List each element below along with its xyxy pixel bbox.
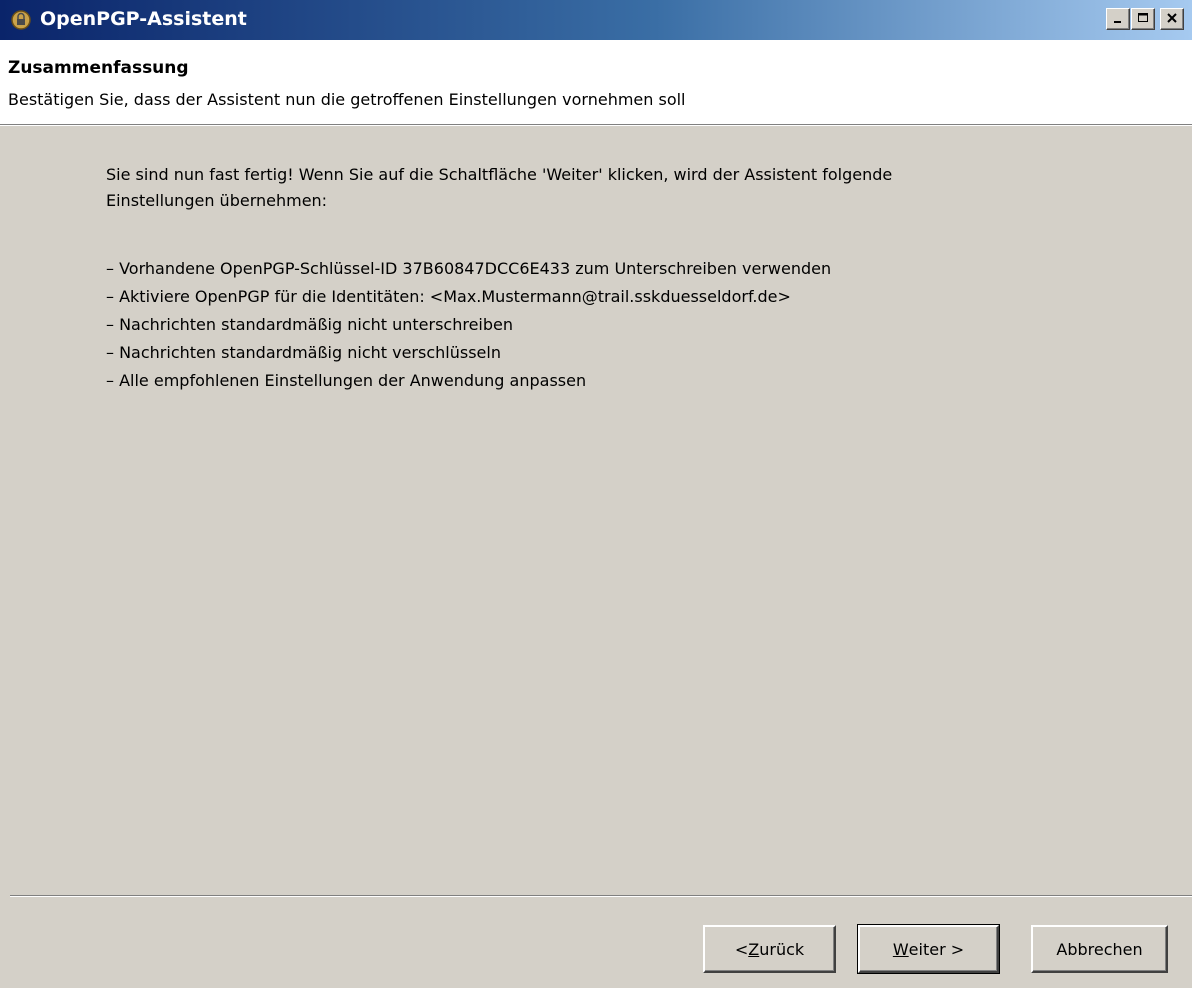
next-label-mnemonic: W: [892, 939, 909, 959]
cancel-button[interactable]: Abbrechen: [1031, 925, 1168, 973]
close-button[interactable]: [1160, 8, 1184, 30]
minimize-button[interactable]: [1106, 8, 1130, 30]
minimize-icon: [1112, 9, 1124, 29]
window-title: OpenPGP-Assistent: [40, 8, 247, 30]
list-item: – Vorhandene OpenPGP-Schlüssel-ID 37B608…: [106, 259, 832, 278]
back-button[interactable]: < Zurück: [703, 925, 836, 973]
maximize-icon: [1137, 9, 1149, 29]
pgp-assistant-icon: [10, 9, 32, 31]
back-label-mnemonic: Z: [748, 939, 760, 959]
list-item: – Aktiviere OpenPGP für die Identitäten:…: [106, 287, 791, 306]
wizard-header: Zusammenfassung Bestätigen Sie, dass der…: [0, 40, 1192, 124]
list-item: – Alle empfohlenen Einstellungen der Anw…: [106, 371, 587, 390]
next-label-rest: eiter >: [908, 939, 965, 959]
settings-list: – Vorhandene OpenPGP-Schlüssel-ID 37B608…: [106, 256, 1166, 394]
next-button[interactable]: Weiter >: [857, 924, 1000, 974]
list-item: – Nachrichten standardmäßig nicht versch…: [106, 343, 501, 362]
page-subtitle: Bestätigen Sie, dass der Assistent nun d…: [8, 90, 686, 109]
close-icon: [1166, 9, 1178, 29]
summary-content: Sie sind nun fast fertig! Wenn Sie auf d…: [106, 162, 1166, 396]
back-label-prefix: <: [734, 939, 749, 959]
back-label-rest: urück: [759, 939, 805, 959]
footer-divider: [10, 895, 1192, 897]
summary-intro: Sie sind nun fast fertig! Wenn Sie auf d…: [106, 165, 893, 210]
maximize-button[interactable]: [1131, 8, 1155, 30]
title-bar[interactable]: OpenPGP-Assistent: [0, 0, 1192, 40]
header-divider: [0, 124, 1192, 126]
list-item: – Nachrichten standardmäßig nicht unters…: [106, 315, 514, 334]
page-title: Zusammenfassung: [8, 58, 189, 78]
